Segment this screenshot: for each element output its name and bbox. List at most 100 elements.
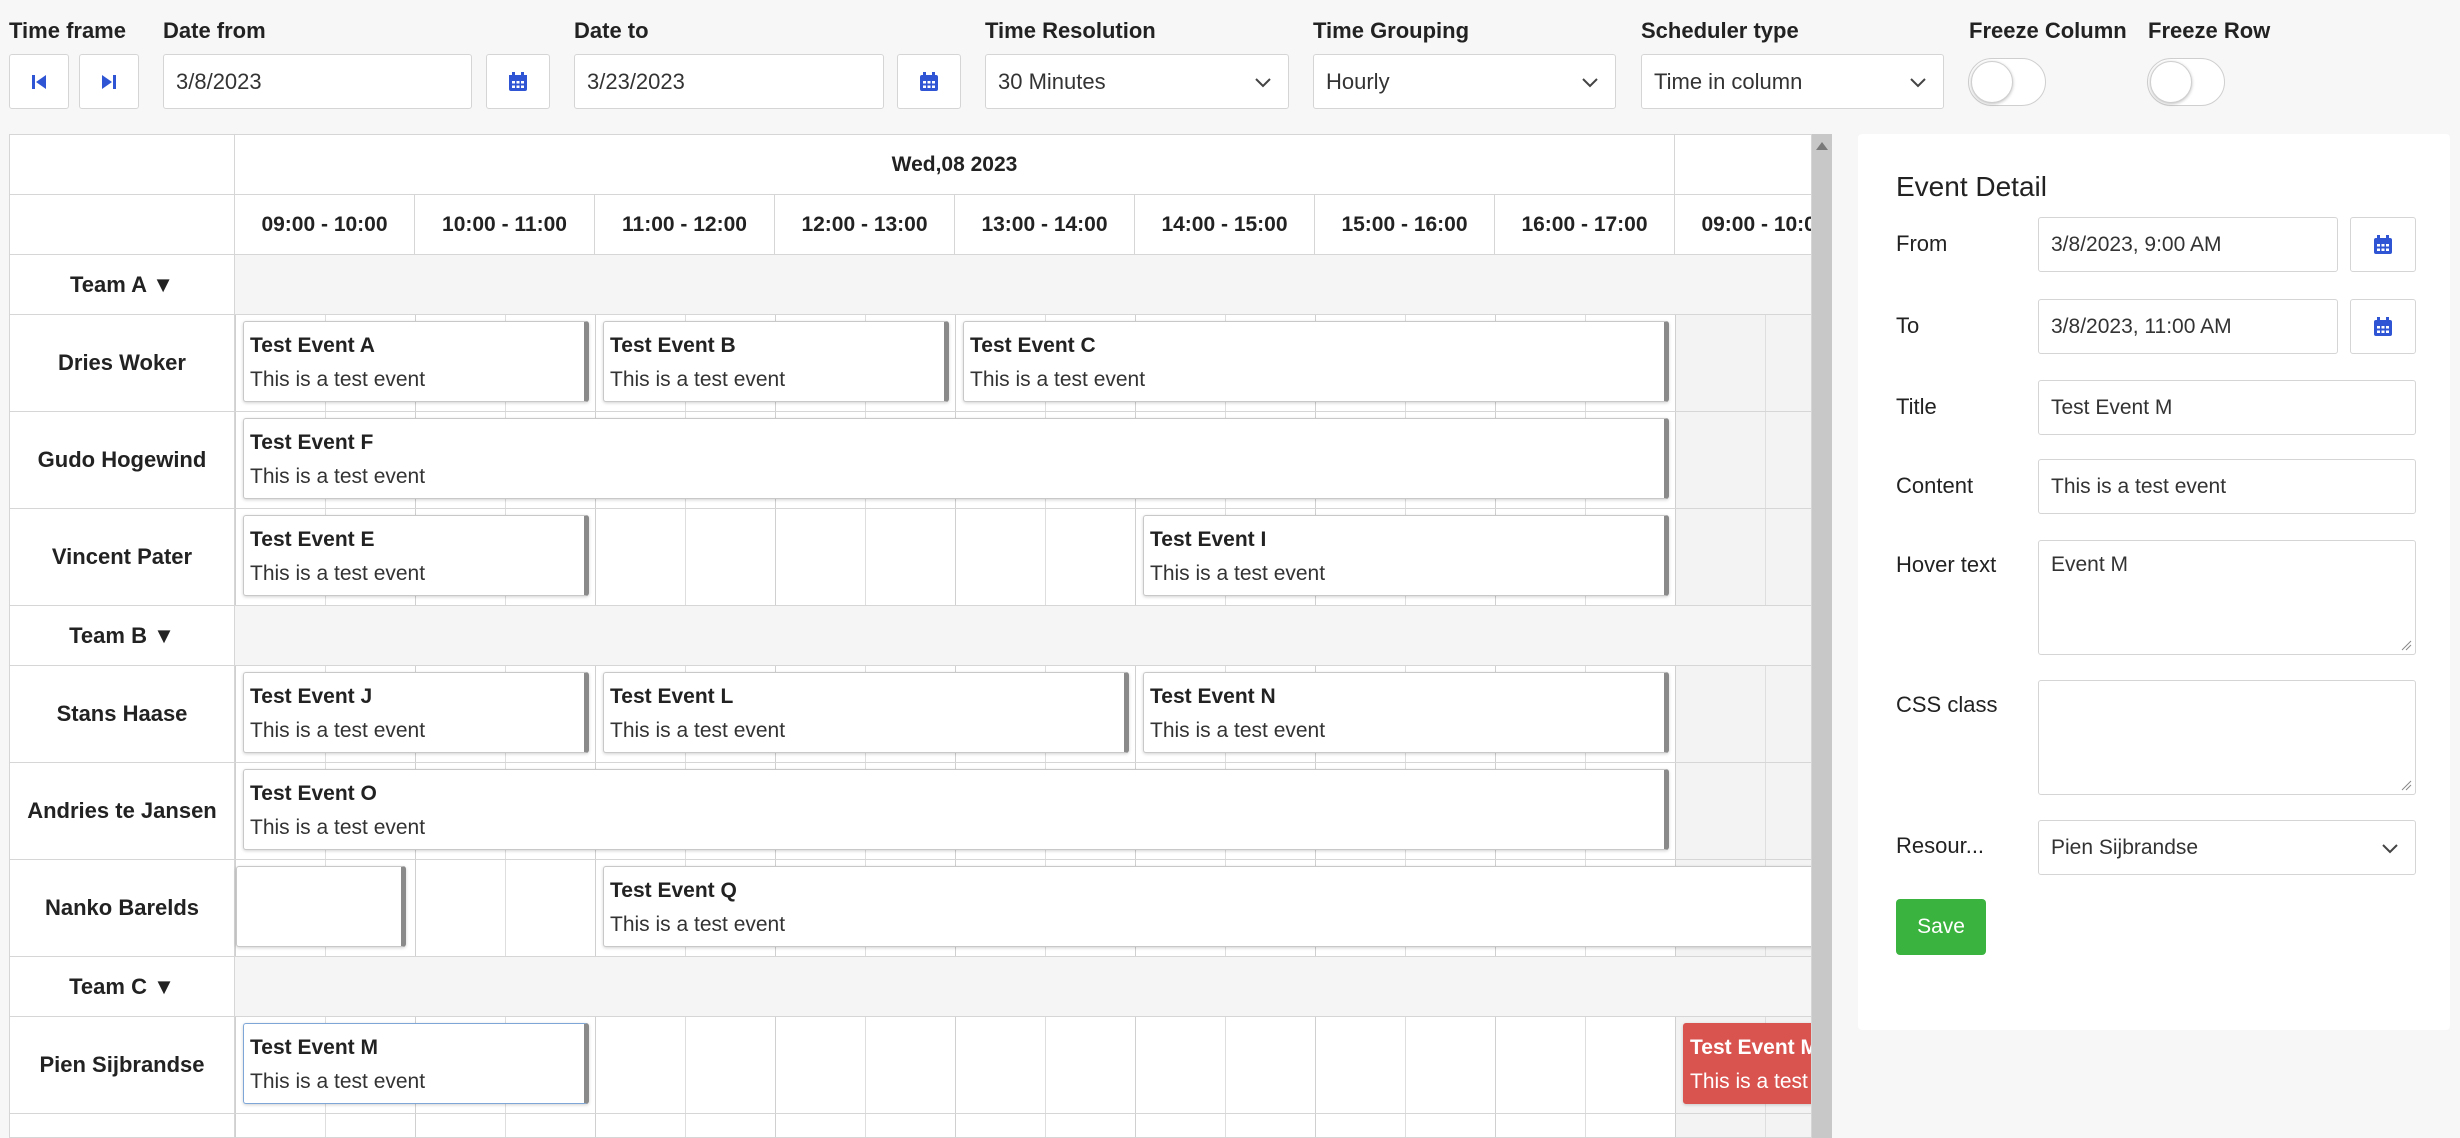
event-block[interactable] [236,866,406,947]
chevron-down-icon [2382,843,2398,853]
event-title: Test Event F [250,431,374,454]
content-input[interactable]: This is a test event [2038,459,2416,514]
time-slot-header: 12:00 - 13:00 [775,195,955,255]
toggle-knob [2150,61,2192,103]
event-content: This is a test event [1150,719,1326,742]
event-content: This is a test event [610,719,786,742]
group-band [235,606,1811,666]
from-input[interactable]: 3/8/2023, 9:00 AM [2038,217,2338,272]
event-content: This is a test event [1150,562,1326,585]
calendar-icon [2374,316,2392,336]
event-detail-heading: Event Detail [1896,171,2047,202]
freeze-column-toggle[interactable] [1968,58,2046,106]
css-class-textarea[interactable] [2038,680,2416,795]
row-separator [235,762,1811,763]
event-block[interactable]: Test Event O This is a test event [243,769,1669,850]
resource-label: Gudo Hogewind [10,412,235,509]
time-grouping-label: Time Grouping [1313,18,1470,43]
date-from-input[interactable]: 3/8/2023 [163,54,472,109]
row-separator [235,1016,1811,1017]
time-slot-header: 10:00 - 11:00 [415,195,595,255]
event-block[interactable]: Test Event B This is a test event [603,321,949,402]
event-block[interactable]: Test Event J This is a test event [243,672,589,753]
event-block[interactable]: Test Event I This is a test event [1143,515,1669,596]
freeze-row-toggle[interactable] [2147,58,2225,106]
date-to-picker-button[interactable] [897,54,961,109]
hover-text-value: Event M [2051,553,2129,576]
group-label[interactable]: Team C ▼ [10,957,235,1017]
row-separator [235,859,1811,860]
scheduler-type-select[interactable]: Time in column [1641,54,1944,109]
event-title: Test Event Q [610,879,737,902]
resource-label [10,1114,235,1137]
event-block[interactable]: Test Event N This is a test event [1143,672,1669,753]
to-input[interactable]: 3/8/2023, 11:00 AM [2038,299,2338,354]
event-block[interactable]: Test Event Q This is a test event [603,866,1811,947]
day-header: Wed,08 2023 [235,135,1675,195]
time-slot-header: 16:00 - 17:00 [1495,195,1675,255]
event-content: This is a test event [610,368,786,391]
event-block[interactable]: Test Event M This is a test event [1683,1023,1811,1104]
time-slot-header: 09:00 - 10:00 [1675,195,1811,255]
content-label: Content [1896,473,1974,498]
event-content: This is a test event [970,368,1146,391]
event-content: This is a test event [250,816,426,839]
previous-timeframe-button[interactable] [9,54,69,109]
to-picker-button[interactable] [2350,299,2416,354]
chevron-down-icon [1910,77,1926,87]
event-block[interactable]: Test Event A This is a test event [243,321,589,402]
resource-select[interactable]: Pien Sijbrandse [2038,820,2416,875]
event-block[interactable]: Test Event C This is a test event [963,321,1669,402]
event-block[interactable]: Test Event F This is a test event [243,418,1669,499]
scheduler-type-value: Time in column [1654,68,1803,94]
title-input[interactable]: Test Event M [2038,380,2416,435]
date-to-input[interactable]: 3/23/2023 [574,54,884,109]
vertical-scrollbar[interactable] [1812,134,1832,1138]
from-label: From [1896,231,1948,256]
row-separator [235,1113,1811,1114]
group-label[interactable]: Team A ▼ [10,255,235,315]
event-title: Test Event C [970,334,1096,357]
calendar-icon [2374,234,2392,254]
event-title: Test Event A [250,334,375,357]
freeze-row-label: Freeze Row [2148,18,2271,43]
row-separator [235,314,1811,315]
event-block[interactable]: Test Event E This is a test event [243,515,589,596]
time-grouping-select[interactable]: Hourly [1313,54,1616,109]
resource-label: Andries te Jansen [10,763,235,860]
event-content: This is a test event [250,368,426,391]
skip-back-icon [32,74,46,89]
event-title: Test Event J [250,685,373,708]
event-title: Test Event M [250,1036,378,1059]
event-block[interactable]: Test Event M This is a test event [243,1023,589,1104]
hover-text-textarea[interactable]: Event M [2038,540,2416,655]
group-label[interactable]: Team B ▼ [10,606,235,666]
time-slot-header: 14:00 - 15:00 [1135,195,1315,255]
time-slot-header: 09:00 - 10:00 [235,195,415,255]
css-class-label: CSS class [1896,692,1998,717]
resize-handle-icon[interactable] [2400,779,2412,791]
save-button[interactable]: Save [1896,899,1986,955]
event-content: This is a test event [250,562,426,585]
resource-label: Resour... [1896,833,1985,858]
freeze-column-label: Freeze Column [1969,18,2127,43]
next-timeframe-button[interactable] [79,54,139,109]
time-slot-header: 13:00 - 14:00 [955,195,1135,255]
resource-value: Pien Sijbrandse [2051,835,2199,859]
scroll-up-arrow[interactable] [1816,142,1828,150]
chevron-down-icon [1582,77,1598,87]
calendar-icon [920,71,938,91]
event-block[interactable]: Test Event L This is a test event [603,672,1129,753]
time-resolution-select[interactable]: 30 Minutes [985,54,1289,109]
time-resolution-label: Time Resolution [985,18,1156,43]
event-title: Test Event E [250,528,375,551]
from-picker-button[interactable] [2350,217,2416,272]
date-from-label: Date from [163,18,266,43]
time-slot-header: 11:00 - 12:00 [595,195,775,255]
scheduler-grid: Wed,08 2023 09:00 - 10:00 10:00 - 11:00 11:… [9,134,1812,1138]
header-corner [10,195,235,255]
resize-handle-icon[interactable] [2400,639,2412,651]
date-from-picker-button[interactable] [486,54,550,109]
title-label: Title [1896,394,1937,419]
resource-label: Dries Woker [10,315,235,412]
